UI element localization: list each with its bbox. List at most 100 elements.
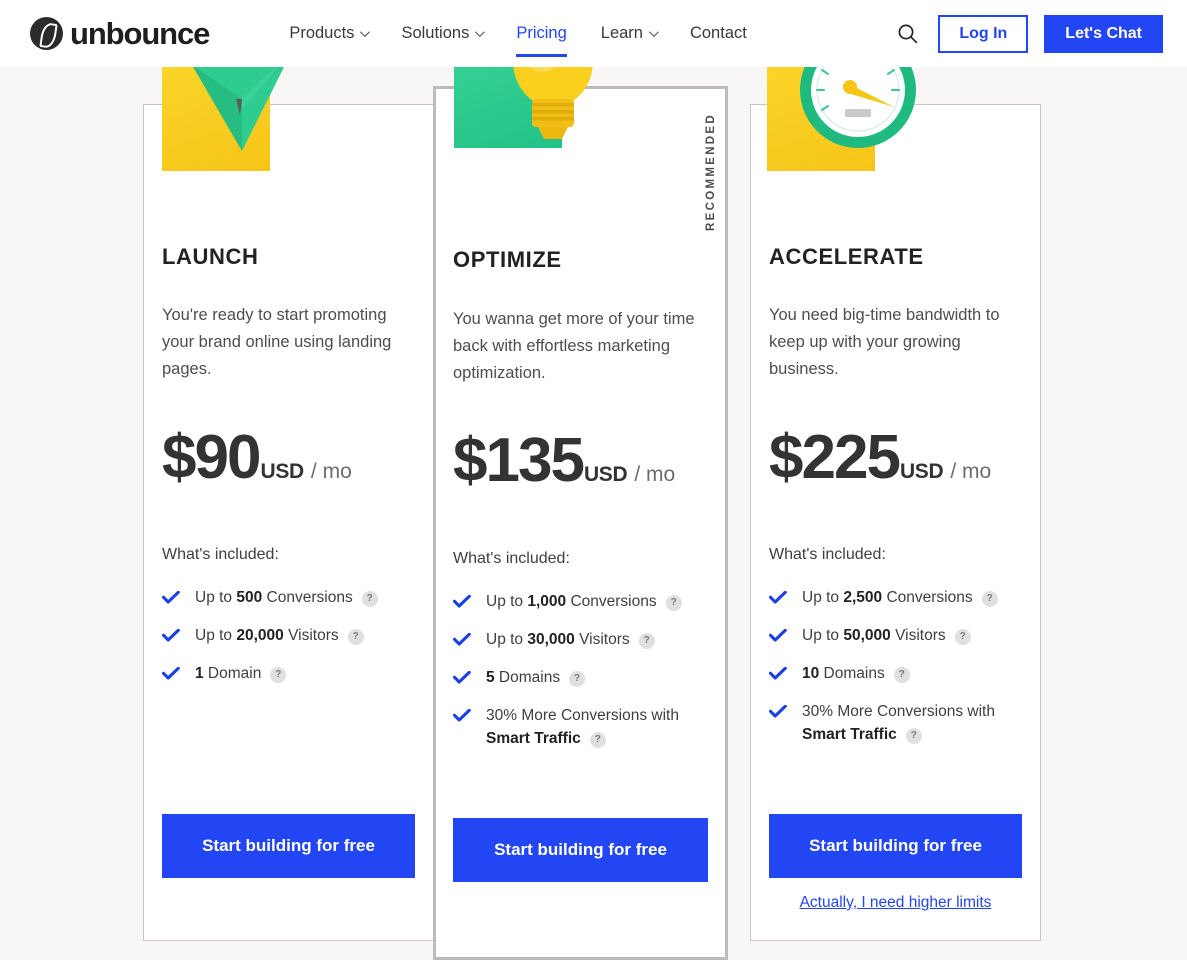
recommended-badge: RECOMMENDED (705, 113, 717, 231)
nav-item-solutions[interactable]: Solutions (384, 0, 499, 67)
help-icon[interactable]: ? (981, 590, 998, 607)
pricing-card-launch: LAUNCH You're ready to start promoting y… (143, 51, 434, 941)
help-icon[interactable]: ? (569, 670, 586, 687)
plan-name: OPTIMIZE (453, 247, 562, 272)
help-icon[interactable]: ? (905, 727, 922, 744)
price-period: / mo (950, 460, 992, 483)
start-building-button[interactable]: Start building for free (453, 818, 708, 882)
plan-description: You're ready to start promoting your bra… (162, 306, 392, 378)
feature-text: 1 Domain? (195, 662, 287, 685)
feature-item: 10 Domains? (769, 662, 1022, 685)
price-amount: $135 (453, 426, 585, 495)
check-icon (769, 667, 787, 680)
feature-item: Up to 50,000 Visitors? (769, 624, 1022, 647)
nav-label: Solutions (401, 24, 470, 42)
check-icon (453, 595, 471, 608)
plan-artwork-launch (162, 51, 292, 171)
brand-name: unbounce (70, 16, 210, 51)
help-icon[interactable]: ? (361, 590, 378, 607)
price-currency: USD (260, 460, 304, 483)
help-icon[interactable]: ? (589, 731, 606, 748)
nav-item-contact[interactable]: Contact (673, 0, 764, 67)
feature-text: 30% More Conversions with Smart Traffic? (486, 707, 679, 748)
chevron-down-icon (475, 27, 486, 38)
feature-text: Up to 2,500 Conversions? (802, 586, 998, 609)
search-icon[interactable] (892, 19, 922, 49)
price-amount: $225 (769, 423, 901, 492)
feature-text: Up to 1,000 Conversions? (486, 590, 682, 613)
nav-label: Contact (689, 24, 747, 42)
nav-label: Learn (600, 24, 643, 42)
feature-text: Up to 500 Conversions? (195, 586, 378, 609)
plan-artwork-accelerate (767, 32, 916, 171)
plan-price: $225 USD / mo (769, 427, 991, 489)
plan-name: ACCELERATE (769, 244, 924, 269)
price-currency: USD (583, 463, 628, 486)
feature-list: Up to 500 Conversions? Up to 20,000 Visit… (162, 586, 415, 700)
pricing-card-accelerate: ACCELERATE You need big-time bandwidth t… (750, 32, 1041, 941)
nav-label: Products (289, 24, 355, 42)
feature-item: Up to 20,000 Visitors? (162, 624, 415, 647)
feature-list: Up to 2,500 Conversions? Up to 50,000 Vis… (769, 586, 1022, 761)
check-icon (769, 629, 787, 642)
included-label: What's included: (453, 550, 570, 567)
pricing-section: LAUNCH You're ready to start promoting y… (0, 15, 1187, 960)
help-icon[interactable]: ? (638, 632, 655, 649)
feature-item: 1 Domain? (162, 662, 415, 685)
help-icon[interactable]: ? (665, 594, 682, 611)
help-icon[interactable]: ? (347, 628, 364, 645)
header-actions: Log In Let's Chat (892, 14, 1163, 53)
help-icon[interactable]: ? (270, 666, 287, 683)
included-label: What's included: (769, 546, 886, 563)
check-icon (453, 633, 471, 646)
feature-text: Up to 20,000 Visitors? (195, 624, 364, 647)
plan-description: You need big-time bandwidth to keep up w… (769, 306, 1000, 378)
price-currency: USD (899, 460, 944, 483)
feature-text: 30% More Conversions with Smart Traffic? (802, 703, 995, 744)
help-icon[interactable]: ? (954, 628, 971, 645)
start-building-button[interactable]: Start building for free (162, 814, 415, 878)
plan-description: You wanna get more of your time back wit… (453, 310, 695, 382)
plan-price: $135 USD / mo (453, 430, 675, 492)
pricing-cards: LAUNCH You're ready to start promoting y… (143, 15, 1041, 960)
price-amount: $90 (162, 423, 261, 492)
main-nav: Products Solutions Pricing Learn Contact (272, 0, 764, 67)
check-icon (769, 705, 787, 718)
feature-item: Up to 500 Conversions? (162, 586, 415, 609)
feature-item: Up to 1,000 Conversions? (453, 590, 708, 613)
nav-label: Pricing (516, 24, 567, 42)
chevron-down-icon (648, 27, 659, 38)
feature-item: 30% More Conversions with Smart Traffic? (769, 700, 1022, 746)
login-button[interactable]: Log In (938, 14, 1029, 53)
price-period: / mo (310, 460, 352, 483)
nav-item-learn[interactable]: Learn (584, 0, 673, 67)
check-icon (453, 671, 471, 684)
unbounce-logo-icon (30, 17, 63, 50)
higher-limits-link[interactable]: Actually, I need higher limits (751, 894, 1040, 912)
check-icon (453, 709, 471, 722)
check-icon (162, 667, 180, 680)
feature-item: 30% More Conversions with Smart Traffic? (453, 704, 708, 750)
feature-text: Up to 50,000 Visitors? (802, 624, 971, 647)
brand-logo[interactable]: unbounce (30, 16, 210, 51)
price-period: / mo (634, 463, 676, 486)
feature-item: Up to 30,000 Visitors? (453, 628, 708, 651)
help-icon[interactable]: ? (893, 666, 910, 683)
feature-list: Up to 1,000 Conversions? Up to 30,000 Vis… (453, 590, 708, 765)
pricing-card-optimize: RECOMMENDED OPTIMIZE You wanna get more … (433, 15, 728, 960)
nav-item-pricing[interactable]: Pricing (499, 0, 583, 67)
feature-text: 5 Domains? (486, 666, 586, 689)
start-building-button[interactable]: Start building for free (769, 814, 1022, 878)
included-label: What's included: (162, 546, 279, 563)
feature-item: Up to 2,500 Conversions? (769, 586, 1022, 609)
check-icon (162, 591, 180, 604)
chevron-down-icon (360, 27, 371, 38)
nav-item-products[interactable]: Products (272, 0, 384, 67)
check-icon (769, 591, 787, 604)
site-header: unbounce Products Solutions Pricing Lear… (0, 0, 1187, 67)
plan-price: $90 USD / mo (162, 427, 352, 489)
feature-text: Up to 30,000 Visitors? (486, 628, 655, 651)
feature-item: 5 Domains? (453, 666, 708, 689)
lets-chat-button[interactable]: Let's Chat (1044, 14, 1163, 53)
check-icon (162, 629, 180, 642)
